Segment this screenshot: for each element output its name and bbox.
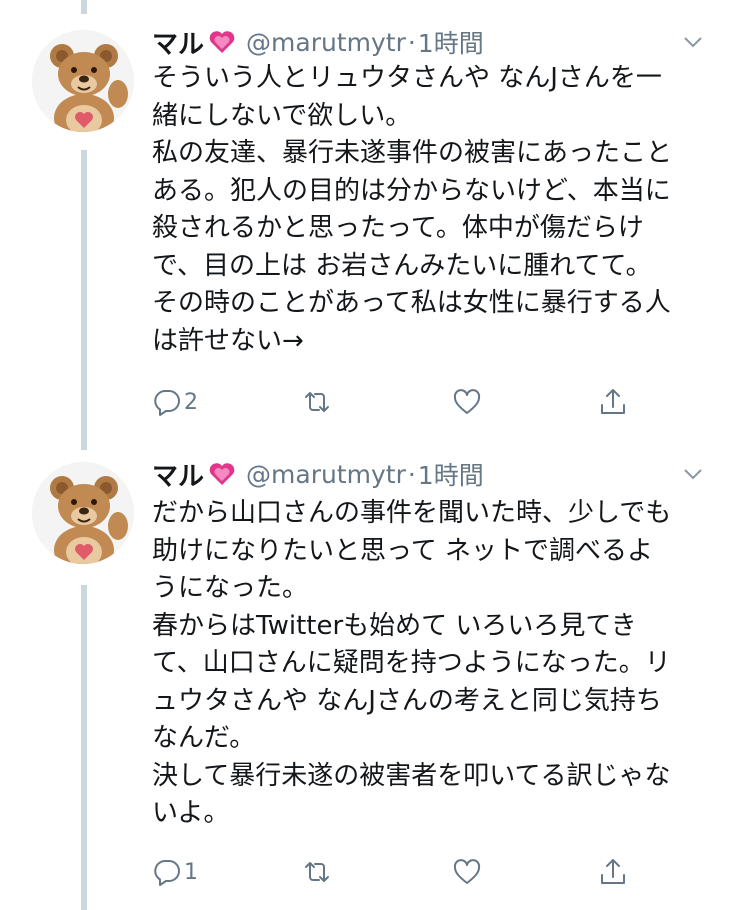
display-name[interactable]: マル — [152, 456, 204, 493]
tweet-actions: 2 — [152, 382, 672, 422]
like-icon — [453, 859, 481, 884]
tweet[interactable]: マル @marutmytr · 1時間 だから山口さんの事件を聞いた時、少しでも… — [0, 440, 749, 910]
display-name[interactable]: マル — [152, 24, 204, 61]
separator-dot: · — [407, 27, 416, 57]
reply-count: 2 — [184, 389, 198, 415]
chevron-down-icon[interactable] — [681, 462, 705, 486]
tweet-text: だから山口さんの事件を聞いた時、少しでも 助けになりたいと思って ネットで調べる… — [152, 498, 672, 828]
reply-button[interactable]: 1 — [152, 852, 198, 892]
reply-icon — [154, 390, 180, 416]
retweet-button[interactable] — [302, 382, 334, 422]
reply-button[interactable]: 2 — [152, 382, 198, 422]
retweet-icon — [305, 862, 329, 882]
sparkling-heart-icon — [208, 29, 236, 55]
like-icon — [453, 389, 481, 414]
timestamp[interactable]: 1時間 — [418, 456, 484, 492]
user-handle[interactable]: @marutmytr — [246, 460, 406, 489]
avatar[interactable] — [32, 462, 134, 564]
reply-count: 1 — [184, 859, 198, 885]
reply-icon — [154, 860, 180, 886]
teddy-bear-avatar — [32, 462, 134, 564]
retweet-button[interactable] — [302, 852, 334, 892]
timestamp[interactable]: 1時間 — [418, 24, 484, 60]
share-icon — [601, 859, 625, 884]
tweet-text: そういう人とリュウタさんや なんJさんを一 緒にしないで欲しい。 私の友達、暴行… — [152, 63, 673, 356]
sparkling-heart-icon — [208, 461, 236, 487]
share-button[interactable] — [598, 382, 628, 422]
like-button[interactable] — [452, 382, 484, 422]
retweet-icon — [305, 392, 329, 412]
avatar[interactable] — [32, 30, 134, 132]
user-handle[interactable]: @marutmytr — [246, 28, 406, 57]
separator-dot: · — [407, 459, 416, 489]
share-button[interactable] — [598, 852, 628, 892]
like-button[interactable] — [452, 852, 484, 892]
tweet[interactable]: マル @marutmytr · 1時間 そういう人とリュウタさんや なんJさんを… — [0, 0, 749, 440]
tweet-actions: 1 — [152, 852, 672, 892]
teddy-bear-avatar — [32, 30, 134, 132]
chevron-down-icon[interactable] — [681, 30, 705, 54]
share-icon — [601, 389, 625, 414]
